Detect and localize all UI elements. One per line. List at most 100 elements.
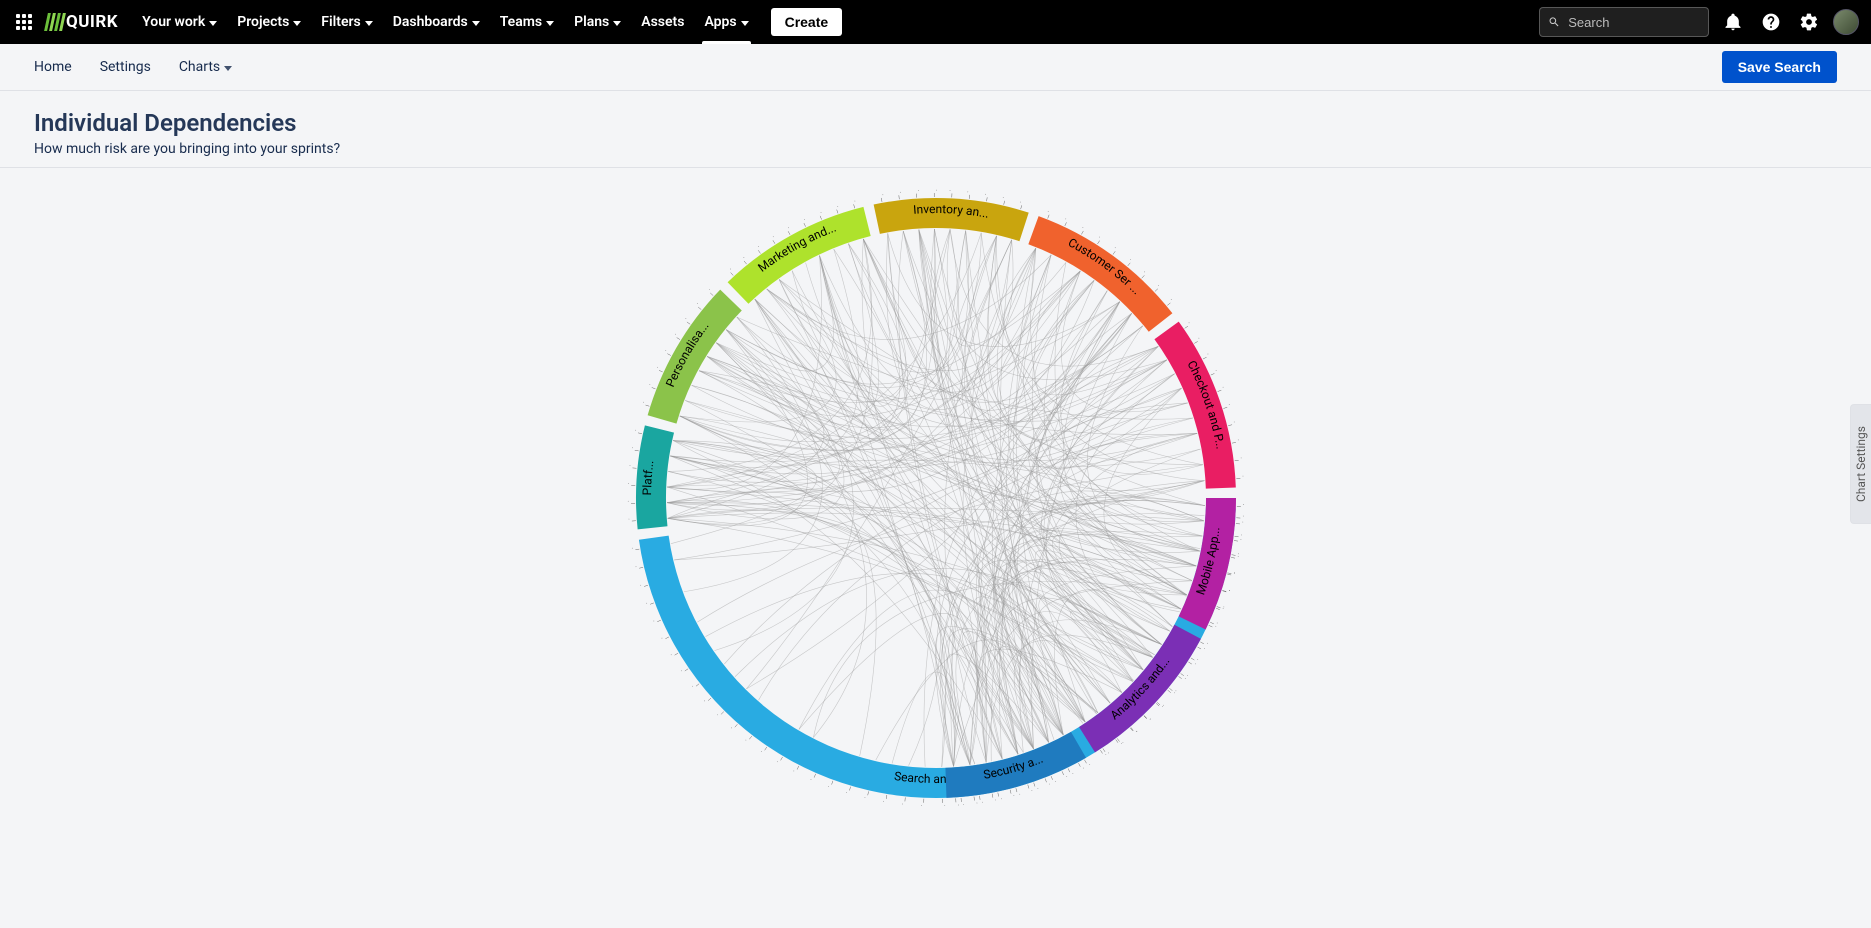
svg-text:·: · bbox=[679, 668, 685, 675]
chord-arc-platf-[interactable] bbox=[636, 425, 674, 529]
svg-text:·: · bbox=[634, 564, 638, 571]
topnav-item-filters[interactable]: Filters bbox=[311, 0, 382, 44]
svg-text:·: · bbox=[1240, 455, 1243, 462]
chevron-down-icon bbox=[741, 21, 749, 26]
svg-text:·: · bbox=[843, 791, 850, 795]
svg-text:·: · bbox=[1017, 200, 1024, 204]
topnav-item-projects[interactable]: Projects bbox=[227, 0, 311, 44]
svg-text:·: · bbox=[1045, 209, 1052, 213]
chord-diagram[interactable]: Search and Discovery····················… bbox=[586, 178, 1286, 818]
svg-text:·: · bbox=[631, 545, 634, 552]
svg-text:·: · bbox=[1236, 554, 1239, 561]
svg-text:·: · bbox=[628, 463, 631, 470]
svg-text:·: · bbox=[1000, 196, 1007, 200]
svg-text:·: · bbox=[728, 725, 735, 731]
brand-logo[interactable]: QUIRK bbox=[46, 12, 118, 32]
subnav-item-charts[interactable]: Charts bbox=[179, 59, 232, 75]
svg-text:·: · bbox=[740, 255, 747, 261]
settings-icon[interactable] bbox=[1795, 8, 1823, 36]
svg-text:·: · bbox=[850, 200, 857, 204]
subnav-item-settings[interactable]: Settings bbox=[100, 59, 151, 75]
chart-area: Search and Discovery····················… bbox=[0, 174, 1871, 838]
app-switcher-icon[interactable] bbox=[12, 10, 36, 34]
topbar: QUIRK Your workProjectsFiltersDashboards… bbox=[0, 0, 1871, 44]
svg-text:·: · bbox=[1242, 473, 1244, 480]
svg-text:·: · bbox=[899, 802, 906, 805]
svg-text:·: · bbox=[694, 301, 700, 308]
svg-text:·: · bbox=[1062, 775, 1069, 780]
create-button[interactable]: Create bbox=[771, 8, 843, 36]
svg-text:·: · bbox=[651, 618, 656, 625]
chevron-down-icon bbox=[293, 21, 301, 26]
svg-text:·: · bbox=[1221, 384, 1225, 391]
svg-text:·: · bbox=[1146, 717, 1152, 723]
svg-text:·: · bbox=[1027, 789, 1034, 793]
user-avatar[interactable] bbox=[1833, 9, 1859, 35]
chevron-down-icon bbox=[613, 21, 621, 26]
svg-text:·: · bbox=[1206, 351, 1211, 358]
svg-text:·: · bbox=[800, 218, 807, 223]
topnav-item-assets[interactable]: Assets bbox=[631, 0, 694, 44]
svg-text:·: · bbox=[991, 799, 998, 802]
notifications-icon[interactable] bbox=[1719, 8, 1747, 36]
svg-text:·: · bbox=[918, 804, 925, 806]
chart-settings-tab[interactable]: Chart Settings bbox=[1850, 404, 1871, 524]
svg-text:·: · bbox=[1201, 646, 1206, 653]
svg-text:·: · bbox=[774, 759, 781, 764]
svg-text:·: · bbox=[947, 189, 954, 191]
svg-text:·: · bbox=[1182, 676, 1188, 683]
svg-text:·: · bbox=[1196, 335, 1201, 342]
svg-text:·: · bbox=[627, 516, 630, 523]
svg-text:·: · bbox=[627, 480, 629, 487]
svg-text:·: · bbox=[639, 582, 643, 589]
svg-text:·: · bbox=[630, 445, 633, 452]
chord-arc-mobile-app-[interactable] bbox=[1178, 498, 1235, 630]
topnav-item-apps[interactable]: Apps bbox=[694, 0, 758, 44]
chevron-down-icon bbox=[365, 21, 373, 26]
search-input[interactable] bbox=[1566, 14, 1700, 31]
svg-text:·: · bbox=[833, 205, 840, 209]
svg-text:·: · bbox=[647, 381, 651, 388]
svg-text:·: · bbox=[964, 190, 971, 193]
search-input-wrap[interactable] bbox=[1539, 7, 1709, 37]
svg-text:·: · bbox=[654, 364, 659, 371]
svg-text:·: · bbox=[726, 267, 733, 273]
svg-text:·: · bbox=[702, 698, 708, 705]
svg-text:·: · bbox=[862, 796, 869, 800]
topnav-item-teams[interactable]: Teams bbox=[490, 0, 564, 44]
subnav-item-home[interactable]: Home bbox=[34, 59, 72, 75]
svg-text:·: · bbox=[1239, 536, 1242, 543]
svg-text:·: · bbox=[784, 226, 791, 231]
svg-text:·: · bbox=[1214, 620, 1219, 627]
svg-text:·: · bbox=[1079, 766, 1086, 771]
chord-arc-marketing-and-[interactable] bbox=[727, 207, 870, 304]
svg-text:·: · bbox=[1214, 367, 1219, 374]
svg-text:·: · bbox=[1062, 217, 1069, 222]
chord-arc-checkout-and-p-[interactable] bbox=[1154, 322, 1235, 489]
svg-text:·: · bbox=[878, 194, 885, 197]
svg-text:·: · bbox=[982, 193, 989, 196]
logo-bars-icon bbox=[44, 13, 66, 31]
svg-text:·: · bbox=[880, 800, 887, 803]
svg-text:·: · bbox=[706, 287, 712, 294]
svg-text:·: · bbox=[758, 749, 765, 755]
topnav-item-plans[interactable]: Plans bbox=[564, 0, 631, 44]
topnav-item-dashboards[interactable]: Dashboards bbox=[383, 0, 490, 44]
svg-text:·: · bbox=[1192, 661, 1197, 668]
chevron-down-icon bbox=[472, 21, 480, 26]
chevron-down-icon bbox=[546, 21, 554, 26]
svg-text:·: · bbox=[954, 804, 961, 806]
chevron-down-icon bbox=[224, 66, 232, 71]
svg-text:·: · bbox=[690, 683, 696, 690]
topnav-item-your-work[interactable]: Your work bbox=[132, 0, 227, 44]
svg-text:·: · bbox=[1168, 296, 1174, 303]
svg-text:·: · bbox=[1119, 740, 1126, 746]
svg-text:·: · bbox=[634, 427, 637, 434]
svg-text:·: · bbox=[659, 635, 664, 642]
help-icon[interactable] bbox=[1757, 8, 1785, 36]
svg-text:·: · bbox=[769, 235, 776, 240]
svg-text:·: · bbox=[825, 784, 832, 788]
save-search-button[interactable]: Save Search bbox=[1722, 51, 1837, 83]
svg-text:·: · bbox=[1232, 571, 1236, 578]
svg-text:·: · bbox=[645, 600, 649, 607]
